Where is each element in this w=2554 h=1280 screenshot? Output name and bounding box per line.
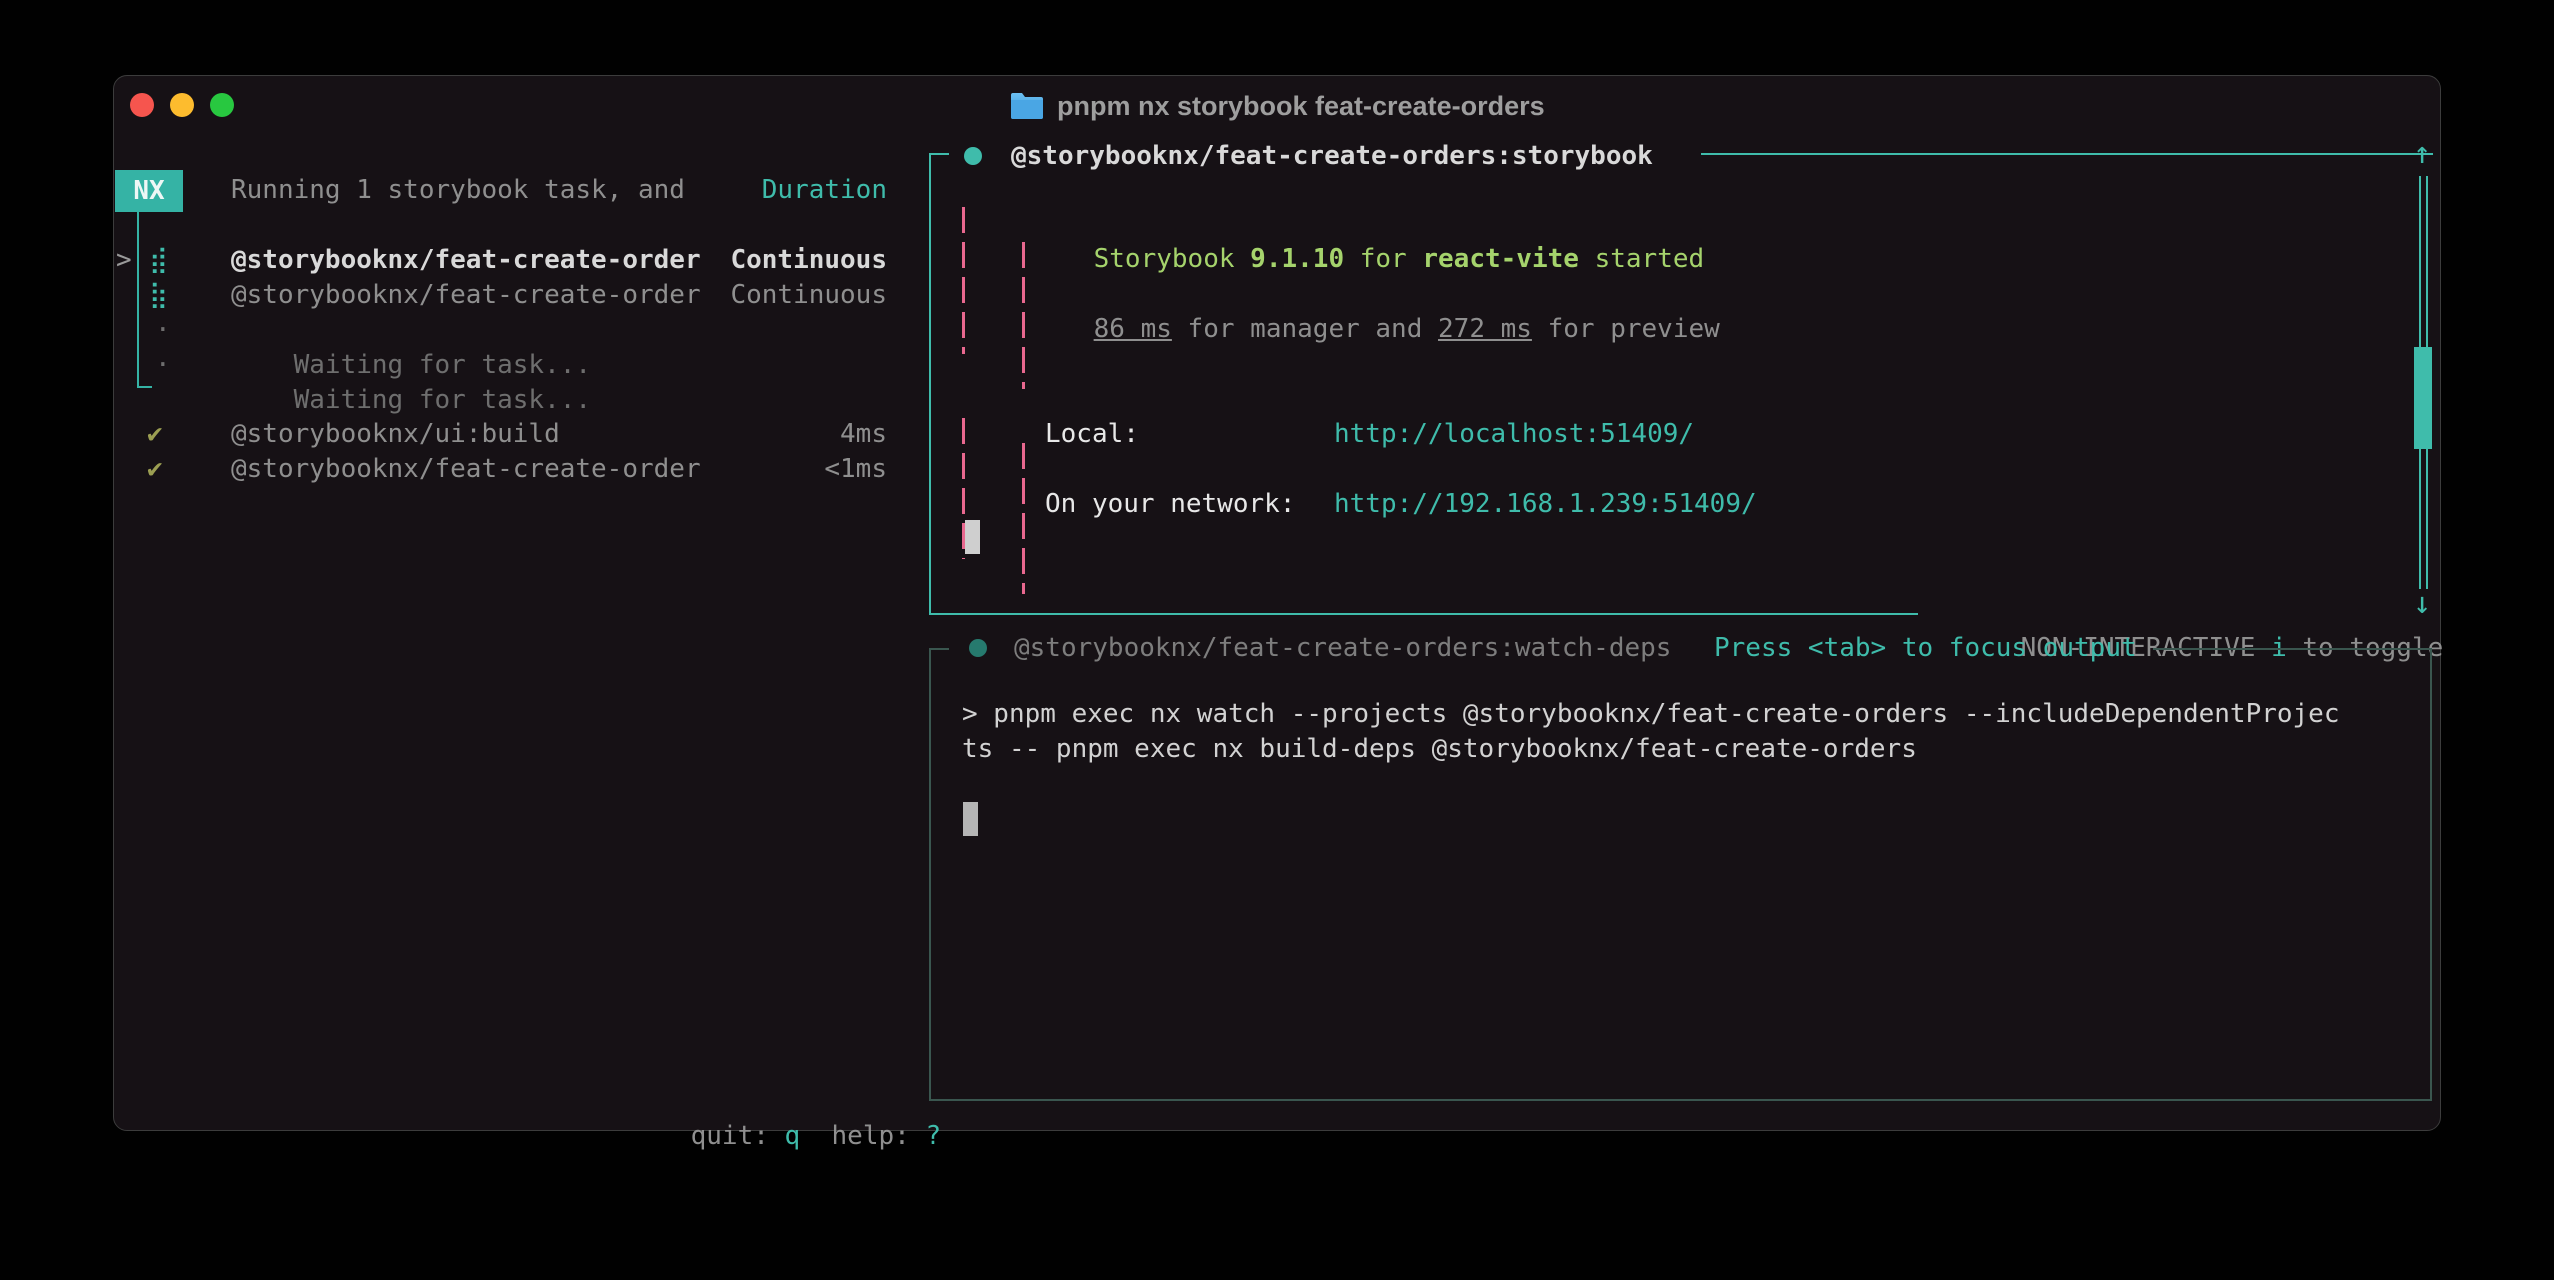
minimize-button[interactable]: [170, 93, 194, 117]
task-row[interactable]: Waiting for task...: [231, 313, 591, 348]
terminal-cursor: [965, 520, 980, 554]
storybook-timing-line: 86 ms for manager and 272 ms for preview: [1031, 277, 1720, 312]
watch-command-line-1: > pnpm exec nx watch --projects @storybo…: [962, 697, 2340, 732]
task-row[interactable]: @storybooknx/feat-create-order Continuou…: [231, 278, 887, 313]
task-group-line-foot: [137, 386, 152, 388]
task-status: Continuous: [730, 278, 887, 313]
focus-output-hint: Press <tab> to focus output: [1714, 631, 2137, 666]
watch-panel-title[interactable]: @storybooknx/feat-create-orders:watch-de…: [1014, 631, 1671, 666]
pending-dot-icon: ·: [155, 313, 185, 348]
task-label: Waiting for task...: [294, 385, 591, 415]
storybook-panel-border-top-left: [929, 153, 949, 155]
running-status-circle-icon: [969, 639, 987, 657]
storybook-log-gutter-bar: [1022, 242, 1025, 389]
help-key: ?: [925, 1121, 941, 1151]
terminal-window: pnpm nx storybook feat-create-orders NX …: [113, 75, 2441, 1131]
task-label: @storybooknx/feat-create-order: [231, 452, 701, 487]
storybook-panel-border-top: [1701, 153, 2433, 155]
storybook-panel-title[interactable]: @storybooknx/feat-create-orders:storyboo…: [1011, 139, 1653, 174]
quit-hint-label: quit:: [691, 1121, 785, 1151]
terminal-cursor: [963, 802, 978, 836]
scrollbar-thumb[interactable]: [2414, 347, 2432, 449]
task-row[interactable]: Waiting for task...: [231, 348, 591, 383]
task-summary-row: Running 1 storybook task, and Duration: [231, 173, 887, 208]
watch-panel-border-top: [2153, 648, 2432, 650]
storybook-log-gutter-bar: [962, 207, 965, 354]
task-label: @storybooknx/feat-create-order: [231, 278, 701, 313]
network-url-label: On your network:: [1045, 487, 1295, 522]
folder-icon: [1009, 91, 1045, 121]
task-status: Continuous: [730, 243, 887, 278]
completed-task-row[interactable]: @storybooknx/feat-create-order <1ms: [231, 452, 887, 487]
help-hint-label: help:: [800, 1121, 925, 1151]
timing-mid: for manager and: [1172, 314, 1438, 344]
watch-panel-border-bottom: [929, 1099, 2432, 1101]
preview-time: 272 ms: [1438, 314, 1532, 344]
scroll-down-icon[interactable]: ↓: [2407, 589, 2437, 619]
scrollbar-track[interactable]: [2419, 176, 2421, 347]
storybook-panel-border-bottom: [929, 613, 1918, 615]
started-mid: for: [1344, 244, 1422, 274]
running-status-circle-icon: [964, 147, 982, 165]
completed-task-row[interactable]: @storybooknx/ui:build 4ms: [231, 417, 887, 452]
pending-dot-icon: ·: [155, 348, 185, 383]
task-row[interactable]: @storybooknx/feat-create-order Continuou…: [231, 243, 887, 278]
spinner-icon: ⣷: [149, 278, 179, 313]
scroll-up-icon[interactable]: ↑: [2407, 139, 2437, 169]
task-label: @storybooknx/ui:build: [231, 417, 560, 452]
local-url-link[interactable]: http://localhost:51409/: [1334, 417, 1694, 452]
manager-time: 86 ms: [1094, 314, 1172, 344]
watch-panel-border-left: [929, 648, 931, 1099]
quit-key: q: [785, 1121, 801, 1151]
check-icon: ✔: [147, 452, 177, 487]
watch-command-line-2: ts -- pnpm exec nx build-deps @storybook…: [962, 732, 1917, 767]
network-url-link[interactable]: http://192.168.1.239:51409/: [1334, 487, 1757, 522]
scrollbar-track[interactable]: [2426, 176, 2428, 347]
scrollbar-track[interactable]: [2426, 449, 2428, 589]
storybook-version: 9.1.10: [1250, 244, 1344, 274]
keyboard-hints: quit: q help: ?: [628, 1084, 941, 1119]
titlebar: pnpm nx storybook feat-create-orders: [114, 76, 2440, 134]
timing-suffix: for preview: [1532, 314, 1720, 344]
spinner-icon: ⣾: [149, 243, 179, 278]
storybook-panel-border-left: [929, 153, 931, 613]
task-label: @storybooknx/feat-create-order: [231, 243, 701, 278]
nx-logo-badge: NX: [115, 170, 183, 212]
task-duration: <1ms: [824, 452, 887, 487]
duration-column-header: Duration: [762, 173, 887, 208]
noninteractive-hint: NON-INTERACTIVE i to toggle: [1958, 596, 2443, 631]
task-group-line: [137, 212, 139, 388]
task-summary-text: Running 1 storybook task, and: [231, 173, 685, 208]
watch-panel-border-right: [2430, 648, 2432, 1101]
task-duration: 4ms: [840, 417, 887, 452]
started-prefix: Storybook: [1094, 244, 1251, 274]
builder-name: react-vite: [1422, 244, 1579, 274]
watch-panel-border-top-left: [929, 648, 949, 650]
check-icon: ✔: [147, 417, 177, 452]
started-suffix: started: [1579, 244, 1704, 274]
window-title: pnpm nx storybook feat-create-orders: [1057, 91, 1545, 122]
storybook-log-gutter-bar: [1022, 443, 1025, 594]
storybook-started-line: Storybook 9.1.10 for react-vite started: [1031, 207, 1704, 242]
zoom-button[interactable]: [210, 93, 234, 117]
scrollbar-track[interactable]: [2419, 449, 2421, 589]
close-button[interactable]: [130, 93, 154, 117]
local-url-label: Local:: [1045, 417, 1139, 452]
